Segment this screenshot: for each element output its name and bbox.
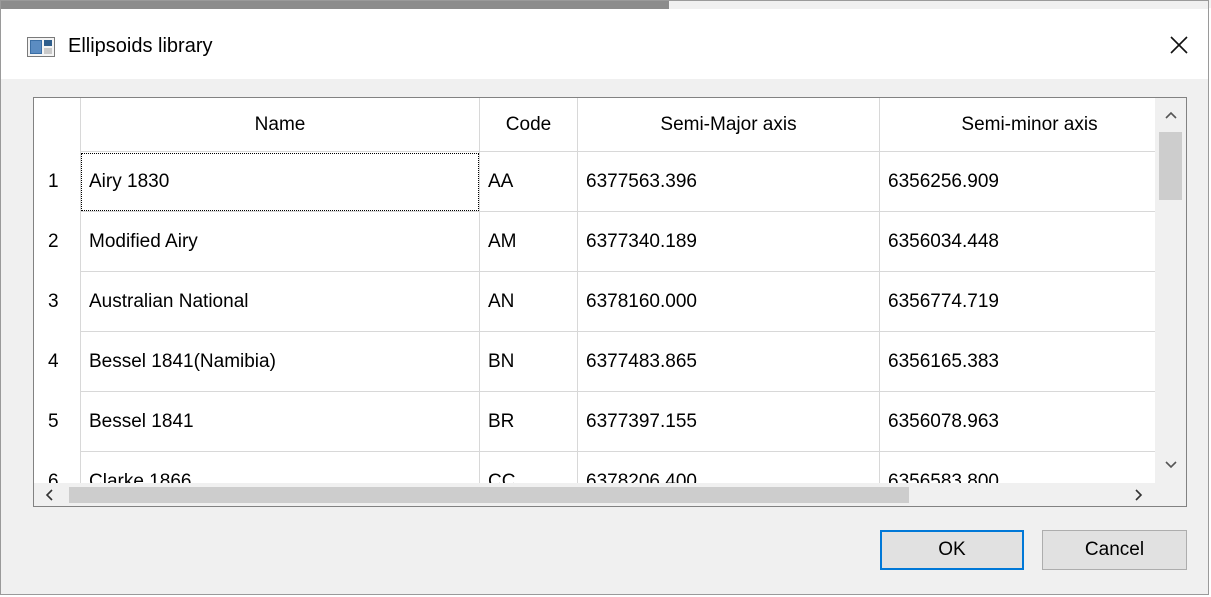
table-cell-semi-minor[interactable]: 6356078.963: [880, 392, 1180, 452]
table-cell-semi-major[interactable]: 6377483.865: [578, 332, 880, 392]
table-cell-semi-minor[interactable]: 6356165.383: [880, 332, 1180, 392]
table-cell-semi-minor[interactable]: 6356034.448: [880, 212, 1180, 272]
table-cell-semi-major[interactable]: 6377340.189: [578, 212, 880, 272]
chevron-up-icon: [1164, 111, 1177, 119]
scroll-up-button[interactable]: [1155, 104, 1186, 126]
table-cell-code[interactable]: AA: [480, 152, 578, 212]
row-number[interactable]: 2: [34, 212, 80, 272]
table-cell-semi-major[interactable]: 6377563.396: [578, 152, 880, 212]
ellipsoids-dialog: Ellipsoids library Name Code Semi-Major …: [0, 0, 1209, 595]
table-cell-name[interactable]: Modified Airy: [80, 212, 480, 272]
row-number[interactable]: 5: [34, 392, 80, 452]
vertical-scroll-thumb[interactable]: [1159, 132, 1182, 200]
table-cell-name[interactable]: Bessel 1841: [80, 392, 480, 452]
row-number[interactable]: 1: [34, 152, 80, 212]
ellipsoids-table[interactable]: Name Code Semi-Major axis Semi-minor axi…: [33, 97, 1187, 507]
dialog-top-border: [1, 1, 669, 9]
table-cell-code[interactable]: AN: [480, 272, 578, 332]
table-cell-code[interactable]: BN: [480, 332, 578, 392]
table-cell-name[interactable]: Airy 1830: [80, 152, 480, 212]
row-number[interactable]: 4: [34, 332, 80, 392]
chevron-right-icon: [1135, 488, 1143, 501]
table-cell-code[interactable]: AM: [480, 212, 578, 272]
title-bar[interactable]: Ellipsoids library: [1, 9, 1208, 79]
table-cell-semi-minor[interactable]: 6356256.909: [880, 152, 1180, 212]
table-cell-semi-major[interactable]: 6378160.000: [578, 272, 880, 332]
column-header-semi-major-axis[interactable]: Semi-Major axis: [578, 98, 880, 152]
window-app-icon: [27, 37, 55, 57]
close-icon: [1170, 36, 1188, 54]
close-button[interactable]: [1151, 21, 1207, 69]
scroll-down-button[interactable]: [1155, 454, 1186, 476]
scrollbar-corner: [1155, 483, 1186, 506]
table-cell-name[interactable]: Bessel 1841(Namibia): [80, 332, 480, 392]
window-title: Ellipsoids library: [68, 35, 213, 57]
row-number[interactable]: 3: [34, 272, 80, 332]
column-header-code[interactable]: Code: [480, 98, 578, 152]
table-cell-semi-major[interactable]: 6377397.155: [578, 392, 880, 452]
cancel-button[interactable]: Cancel: [1042, 530, 1187, 570]
scroll-left-button[interactable]: [34, 483, 64, 506]
chevron-left-icon: [45, 488, 53, 501]
table-corner: [34, 98, 80, 152]
table-cell-semi-minor[interactable]: 6356774.719: [880, 272, 1180, 332]
table-cell-code[interactable]: BR: [480, 392, 578, 452]
chevron-down-icon: [1164, 461, 1177, 469]
scroll-right-button[interactable]: [1124, 483, 1154, 506]
horizontal-scroll-thumb[interactable]: [69, 487, 909, 503]
ok-button[interactable]: OK: [880, 530, 1024, 570]
column-header-semi-minor-axis[interactable]: Semi-minor axis: [880, 98, 1180, 152]
table-cell-name[interactable]: Australian National: [80, 272, 480, 332]
column-header-name[interactable]: Name: [80, 98, 480, 152]
